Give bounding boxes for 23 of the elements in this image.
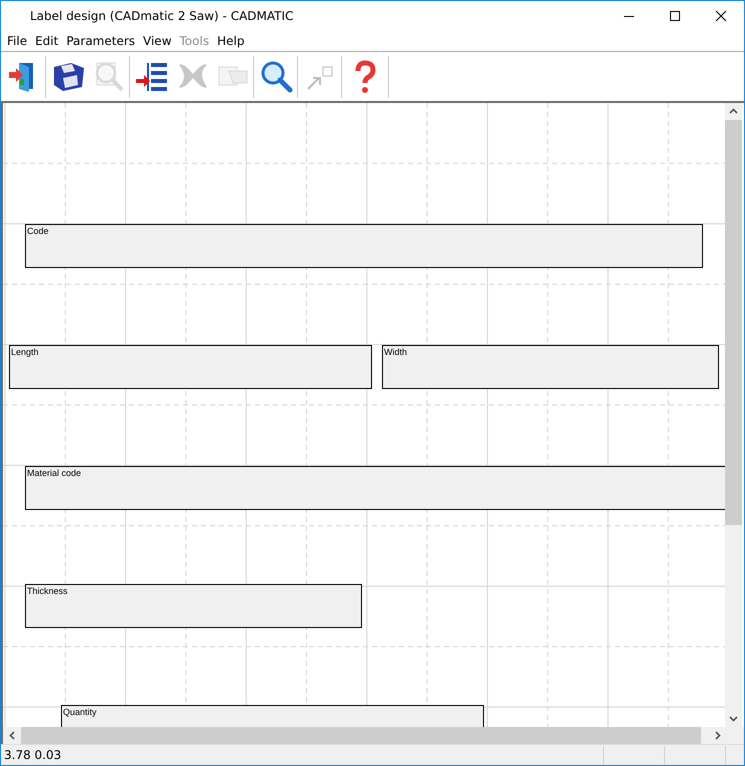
window-title: Label design (CADmatic 2 Saw) - CADMATIC <box>30 9 294 23</box>
vertical-scrollbar[interactable] <box>725 103 742 727</box>
maximize-icon <box>669 10 681 22</box>
menu-item[interactable]: View <box>139 34 176 48</box>
design-canvas[interactable]: Code Length Width Material code Thickness Quantity <box>1 103 725 727</box>
label-field[interactable]: Length <box>9 345 372 389</box>
label-field[interactable]: Width <box>382 345 719 389</box>
scroll-down-icon[interactable] <box>729 716 738 722</box>
scroll-up-icon[interactable] <box>729 108 738 114</box>
coordinates-readout: 3.78 0.03 <box>4 748 62 762</box>
search-icon <box>259 58 295 94</box>
horizontal-scrollbar[interactable] <box>1 727 727 744</box>
close-icon <box>715 10 727 22</box>
menu-item[interactable]: Help <box>213 34 248 48</box>
label-field[interactable]: Code <box>25 224 703 268</box>
label-field[interactable]: Material code <box>25 466 725 510</box>
scroll-left-icon[interactable] <box>9 731 15 740</box>
label-field[interactable]: Quantity <box>61 705 484 727</box>
label-field[interactable]: Thickness <box>25 584 362 628</box>
menu-item[interactable]: Parameters <box>62 34 140 48</box>
scroll-right-icon[interactable] <box>715 731 721 740</box>
menu-item[interactable]: File <box>3 34 32 48</box>
menu-item[interactable]: Edit <box>31 34 62 48</box>
